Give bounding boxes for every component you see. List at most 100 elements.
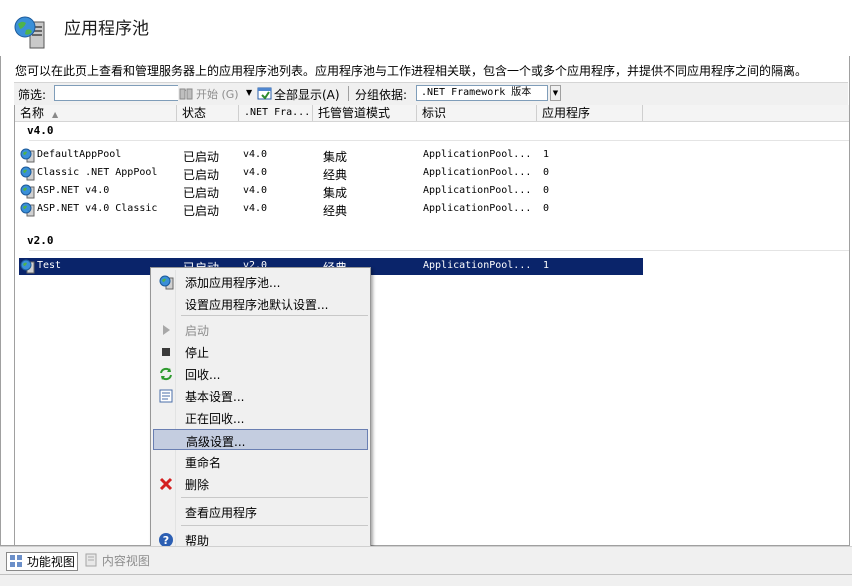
group-by-select[interactable]: .NET Framework 版本: [416, 85, 548, 101]
menu-item-label: 添加应用程序池...: [185, 276, 281, 290]
pool-pipeline-mode: 经典: [323, 204, 348, 218]
pool-status: 已启动: [183, 186, 220, 200]
menu-item-add-app-pool[interactable]: 添加应用程序池...: [153, 271, 368, 292]
menu-item-recycling[interactable]: 正在回收...: [153, 407, 368, 428]
pool-name: ASP.NET v4.0 Classic: [37, 203, 158, 214]
start-dropdown-arrow[interactable]: ▼: [246, 88, 252, 97]
add-pool-icon: [159, 275, 174, 290]
pool-app-count: 1: [543, 260, 550, 271]
pool-pipeline-mode: 集成: [323, 186, 348, 200]
table-row[interactable]: DefaultAppPool 已启动 v4.0 集成 ApplicationPool..…: [19, 147, 643, 164]
menu-item-advanced-settings[interactable]: 高级设置...: [153, 429, 368, 450]
table-row[interactable]: ASP.NET v4.0 已启动 v4.0 集成 ApplicationPool... 0: [19, 183, 643, 200]
menu-item-label: 启动: [185, 324, 210, 338]
app-pool-list: 名称 ▲ 状态 .NET Fra... 托管管道模式 标识 应用程序 v4.0 D…: [14, 105, 849, 545]
toolbar-separator: [348, 86, 349, 101]
view-switcher-bar: 功能视图 内容视图: [0, 546, 852, 575]
start-button[interactable]: 开始 (G): [196, 86, 239, 102]
context-menu: 添加应用程序池... 设置应用程序池默认设置... 启动停止回收... 基本设置...…: [150, 267, 371, 574]
pool-identity: ApplicationPool...: [423, 260, 532, 271]
pool-net-version: v4.0: [243, 203, 268, 214]
menu-item-delete[interactable]: 删除: [153, 473, 368, 494]
pool-net-version: v4.0: [243, 185, 268, 196]
column-headers: 名称 ▲ 状态 .NET Fra... 托管管道模式 标识 应用程序: [15, 105, 849, 122]
tab-features-view[interactable]: 功能视图: [6, 552, 78, 571]
pool-name: ASP.NET v4.0: [37, 185, 110, 196]
show-all-icon: [257, 87, 272, 100]
pool-app-count: 0: [543, 203, 550, 214]
column-header-status[interactable]: 状态: [177, 105, 239, 121]
app-pool-icon: [20, 259, 35, 274]
pool-status: 已启动: [183, 150, 220, 164]
basic-settings-icon: [159, 389, 173, 403]
menu-item-label: 停止: [185, 346, 210, 360]
delete-icon: [159, 477, 173, 491]
pool-app-count: 0: [543, 167, 550, 178]
menu-separator: [181, 315, 368, 316]
app-pool-globe-icon: [14, 16, 45, 49]
features-view-icon: [10, 555, 22, 567]
pool-identity: ApplicationPool...: [423, 185, 532, 196]
menu-item-label: 正在回收...: [185, 412, 245, 426]
content-view-icon: [85, 553, 97, 567]
pool-status: 已启动: [183, 168, 220, 182]
show-all-button[interactable]: 全部显示(A): [274, 86, 340, 103]
pool-identity: ApplicationPool...: [423, 203, 532, 214]
column-header-net-version[interactable]: .NET Fra...: [239, 105, 313, 121]
page-header: 应用程序池: [0, 0, 852, 56]
pool-identity: ApplicationPool...: [423, 149, 532, 160]
filter-input[interactable]: [54, 85, 188, 101]
menu-item-start: 启动: [153, 319, 368, 340]
menu-item-view-applications[interactable]: 查看应用程序: [153, 501, 368, 522]
pool-net-version: v4.0: [243, 167, 268, 178]
group-divider: [29, 250, 849, 251]
group-divider: [29, 140, 849, 141]
group-by-label: 分组依据:: [355, 88, 408, 102]
tab-content-view[interactable]: 内容视图: [84, 552, 150, 569]
pool-identity: ApplicationPool...: [423, 167, 532, 178]
pool-net-version: v4.0: [243, 149, 268, 160]
pool-status: 已启动: [183, 204, 220, 218]
menu-item-set-pool-defaults[interactable]: 设置应用程序池默认设置...: [153, 293, 368, 314]
app-pool-icon: [20, 166, 35, 181]
column-header-name[interactable]: 名称 ▲: [15, 105, 177, 121]
menu-item-recycle[interactable]: 回收...: [153, 363, 368, 384]
stop-icon: [162, 348, 170, 356]
page-description: 您可以在此页上查看和管理服务器上的应用程序池列表。应用程序池与工作进程相关联，包…: [15, 64, 808, 78]
menu-item-basic-settings[interactable]: 基本设置...: [153, 385, 368, 406]
pool-name: Test: [37, 260, 62, 271]
menu-item-label: 基本设置...: [185, 390, 245, 404]
pool-name: DefaultAppPool: [37, 149, 122, 160]
status-bar: [0, 574, 852, 586]
menu-item-label: 回收...: [185, 368, 221, 382]
menu-item-label: 删除: [185, 478, 210, 492]
table-row[interactable]: ASP.NET v4.0 Classic 已启动 v4.0 经典 Application…: [19, 201, 643, 218]
menu-item-rename[interactable]: 重命名: [153, 451, 368, 472]
filter-toolbar: 筛选: ▼ 开始 (G) ▼ 全部显示(A) 分组依据: .NET Framew…: [14, 82, 848, 106]
pool-pipeline-mode: 经典: [323, 168, 348, 182]
menu-item-label: 查看应用程序: [185, 506, 258, 520]
play-icon: [163, 325, 170, 335]
column-header-applications[interactable]: 应用程序: [537, 105, 643, 121]
menu-separator: [181, 525, 368, 526]
table-row[interactable]: Classic .NET AppPool 已启动 v4.0 经典 Application…: [19, 165, 643, 182]
menu-separator: [181, 497, 368, 498]
tab-content-label: 内容视图: [101, 554, 150, 568]
app-pool-icon: [20, 184, 35, 199]
app-pool-icon: [20, 202, 35, 217]
start-filter-icon: [179, 88, 193, 100]
menu-item-label: 重命名: [185, 456, 222, 470]
tab-features-label: 功能视图: [26, 555, 75, 569]
recycle-icon: [160, 367, 172, 381]
page-title: 应用程序池: [64, 19, 149, 39]
group-header-v4[interactable]: v4.0: [27, 124, 54, 137]
group-header-v2[interactable]: v2.0: [27, 234, 54, 247]
column-header-identity[interactable]: 标识: [417, 105, 537, 121]
group-by-dropdown-arrow[interactable]: ▼: [550, 85, 561, 101]
column-header-pipeline[interactable]: 托管管道模式: [313, 105, 417, 121]
pool-app-count: 1: [543, 149, 550, 160]
menu-item-stop[interactable]: 停止: [153, 341, 368, 362]
sort-ascending-icon: ▲: [52, 110, 59, 119]
pool-app-count: 0: [543, 185, 550, 196]
pool-name: Classic .NET AppPool: [37, 167, 158, 178]
